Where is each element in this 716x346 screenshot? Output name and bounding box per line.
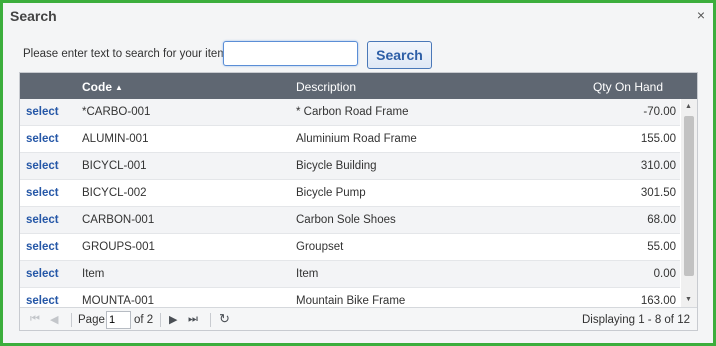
qty-cell: -70.00 [643,106,676,118]
vertical-scrollbar[interactable]: ▲ ▼ [681,99,697,307]
column-header-qty[interactable]: Qty On Hand [593,80,663,94]
pager-separator [210,313,211,327]
search-dialog: Search × Please enter text to search for… [0,0,716,346]
code-cell: BICYCL-002 [82,187,147,199]
select-link[interactable]: select [26,214,59,226]
dialog-title: Search [10,8,57,24]
first-page-icon[interactable]: ⏮ [30,313,40,326]
table-row: select BICYCL-002 Bicycle Pump 301.50 [20,180,680,207]
code-cell: Item [82,268,105,280]
code-cell: *CARBO-001 [82,106,151,118]
code-cell: GROUPS-001 [82,241,155,253]
qty-cell: 155.00 [640,133,676,145]
code-cell: MOUNTA-001 [82,295,154,307]
code-cell: ALUMIN-001 [82,133,149,145]
search-row: Please enter text to search for your ite… [3,41,713,69]
search-button[interactable]: Search [367,41,432,69]
paging-toolbar: ⏮ ◀ Page of 2 ▶ ⏭ ↻ Displaying 1 - 8 of … [20,307,697,330]
column-header-code[interactable]: Code ▲ [82,80,123,94]
qty-cell: 68.00 [647,214,676,226]
table-row: select CARBON-001 Carbon Sole Shoes 68.0… [20,207,680,234]
qty-cell: 55.00 [647,241,676,253]
description-cell: Carbon Sole Shoes [296,214,396,226]
description-cell: Bicycle Building [296,160,377,172]
close-icon[interactable]: × [697,8,705,22]
sort-ascending-icon: ▲ [115,83,123,92]
table-row: select Item Item 0.00 [20,261,680,288]
description-cell: Groupset [296,241,344,253]
scroll-up-icon[interactable]: ▲ [685,103,692,110]
select-link[interactable]: select [26,160,59,172]
paging-status: Displaying 1 - 8 of 12 [581,314,690,326]
qty-cell: 0.00 [653,268,676,280]
page-number-input[interactable] [106,311,131,329]
page-label: Page [78,314,105,326]
qty-cell: 163.00 [640,295,676,307]
qty-cell: 310.00 [640,160,676,172]
search-input[interactable] [223,41,358,66]
grid-header: Code ▲ Description Qty On Hand [20,73,697,99]
table-row: select MOUNTA-001 Mountain Bike Frame 16… [20,288,680,307]
select-link[interactable]: select [26,187,59,199]
grid-body: select *CARBO-001 * Carbon Road Frame -7… [20,99,680,307]
code-cell: BICYCL-001 [82,160,147,172]
scrollbar-thumb[interactable] [684,116,694,276]
select-link[interactable]: select [26,241,59,253]
description-cell: * Carbon Road Frame [296,106,409,118]
column-header-code-label: Code [82,80,112,94]
dialog-titlebar: Search × [3,3,713,31]
previous-page-icon[interactable]: ◀ [50,313,58,326]
next-page-icon[interactable]: ▶ [169,313,177,326]
table-row: select GROUPS-001 Groupset 55.00 [20,234,680,261]
search-label: Please enter text to search for your ite… [23,48,231,60]
select-link[interactable]: select [26,295,59,307]
pager-separator [160,313,161,327]
qty-cell: 301.50 [640,187,676,199]
last-page-icon[interactable]: ⏭ [188,313,198,326]
table-row: select BICYCL-001 Bicycle Building 310.0… [20,153,680,180]
table-row: select ALUMIN-001 Aluminium Road Frame 1… [20,126,680,153]
description-cell: Aluminium Road Frame [296,133,417,145]
description-cell: Item [296,268,319,280]
select-link[interactable]: select [26,133,59,145]
results-grid: Code ▲ Description Qty On Hand select *CA… [19,72,698,331]
page-count-label: of 2 [134,314,154,326]
description-cell: Bicycle Pump [296,187,366,199]
column-header-description[interactable]: Description [296,80,356,94]
scroll-down-icon[interactable]: ▼ [685,296,692,303]
table-row: select *CARBO-001 * Carbon Road Frame -7… [20,99,680,126]
refresh-icon[interactable]: ↻ [219,311,230,327]
description-cell: Mountain Bike Frame [296,295,406,307]
select-link[interactable]: select [26,106,59,118]
pager-separator [71,313,72,327]
select-link[interactable]: select [26,268,59,280]
code-cell: CARBON-001 [82,214,155,226]
